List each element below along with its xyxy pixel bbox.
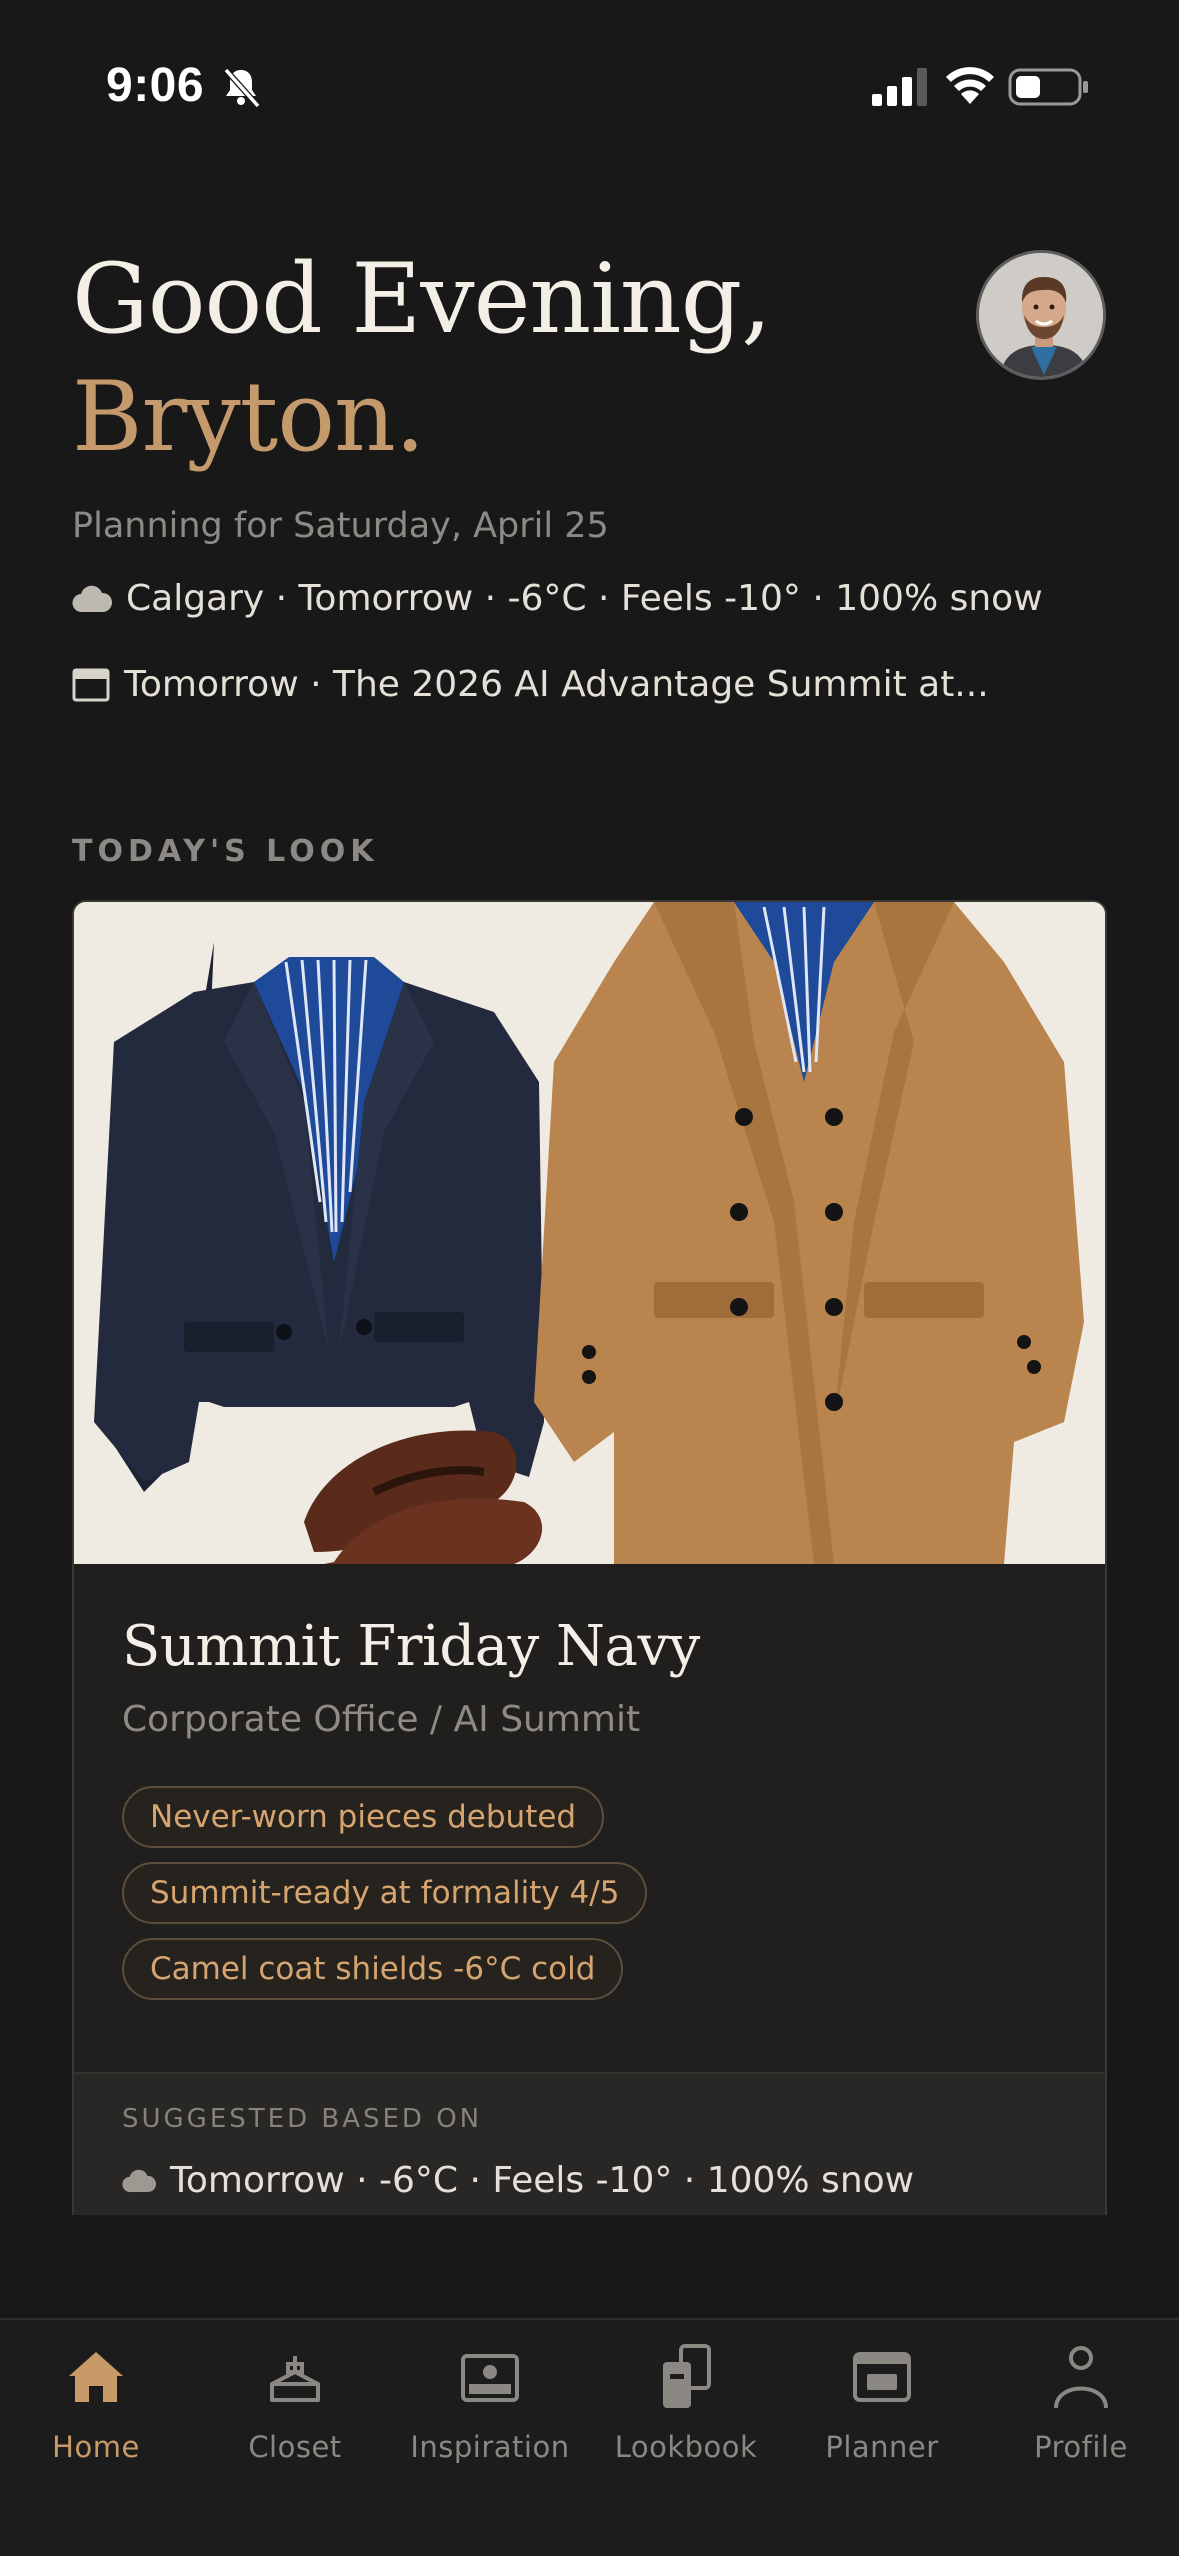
tab-profile[interactable]: Profile [983,2342,1179,2492]
image-icon [461,2354,519,2402]
look-details: Summit Friday Navy Corporate Office / AI… [74,1564,1105,2072]
tab-label: Lookbook [614,2430,758,2464]
tab-label: Profile [1034,2430,1128,2464]
hanger-icon [270,2356,320,2402]
avatar[interactable] [976,250,1106,380]
person-icon [1054,2346,1108,2409]
greeting-heading: Good Evening, Bryton. [72,240,772,476]
wifi-icon [946,67,994,104]
cloud-icon [122,2169,156,2192]
planning-date: Planning for Saturday, April 25 [72,506,609,546]
signal-icon [872,68,927,106]
calendar-icon [853,2352,911,2402]
tab-label: Closet [248,2430,342,2464]
tab-lookbook[interactable]: Lookbook [588,2342,784,2492]
tab-home[interactable]: Home [0,2342,194,2492]
section-label-todays-look: TODAY'S LOOK [72,834,379,869]
calendar-icon [72,668,110,701]
event-text: Tomorrow · The 2026 AI Advantage Summit … [124,664,989,705]
tab-closet[interactable]: Closet [197,2342,393,2492]
suggested-based-on: SUGGESTED BASED ON Tomorrow · -6°C · Fee… [74,2072,1105,2215]
tab-planner[interactable]: Planner [784,2342,980,2492]
tab-inspiration[interactable]: Inspiration [392,2342,588,2492]
lookbook-icon [663,2344,711,2408]
weather-text: Calgary · Tomorrow · -6°C · Feels -10° ·… [126,578,1043,619]
tab-bar: Home Closet Inspiration Lookbook Planner [0,2318,1179,2556]
suggested-text: Tomorrow · -6°C · Feels -10° · 100% snow [170,2160,915,2201]
home-icon [69,2352,123,2402]
look-tag: Camel coat shields -6°C cold [122,1938,624,2000]
tab-label: Inspiration [410,2430,570,2464]
look-tags: Never-worn pieces debuted Summit-ready a… [122,1786,1057,2000]
bell-slash-icon [223,68,261,108]
avatar-portrait-icon [979,253,1103,377]
status-time: 9:06 [106,59,205,112]
battery-icon [1008,68,1088,106]
event-summary[interactable]: Tomorrow · The 2026 AI Advantage Summit … [72,664,989,705]
tab-label: Home [52,2430,140,2464]
look-tag: Summit-ready at formality 4/5 [122,1862,648,1924]
greeting-text: Good Evening, [72,243,772,355]
outfit-image[interactable] [74,902,1105,1564]
suggested-label: SUGGESTED BASED ON [122,2104,483,2134]
camel-coat-illustration [534,902,1084,1564]
look-card[interactable]: Summit Friday Navy Corporate Office / AI… [72,900,1107,2215]
look-tag: Never-worn pieces debuted [122,1786,605,1848]
look-occasion: Corporate Office / AI Summit [122,1699,641,1740]
tab-label: Planner [825,2430,939,2464]
suggested-weather: Tomorrow · -6°C · Feels -10° · 100% snow [122,2160,1057,2201]
user-name: Bryton. [72,361,425,473]
weather-summary: Calgary · Tomorrow · -6°C · Feels -10° ·… [72,578,1043,619]
look-title: Summit Friday Navy [122,1614,700,1679]
cloud-icon [72,585,112,612]
status-bar: 9:06 [0,0,1179,175]
